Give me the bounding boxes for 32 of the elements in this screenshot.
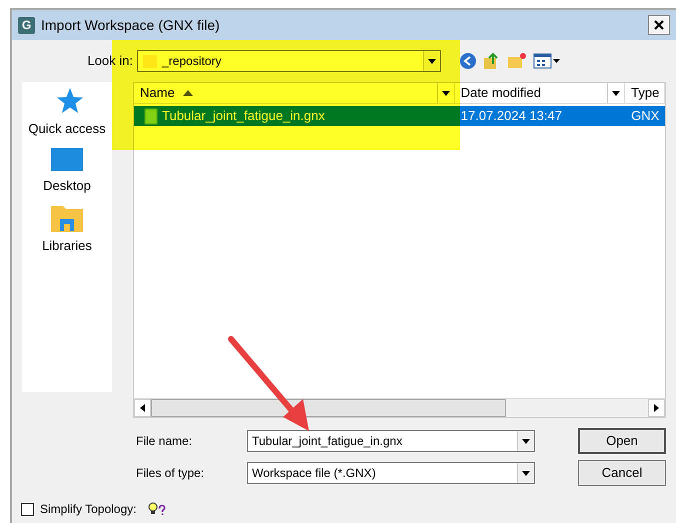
close-icon [653,19,665,31]
dropdown-arrow-icon [522,470,530,476]
file-type: GNX [630,107,660,126]
simplify-topology-checkbox[interactable] [21,502,34,516]
place-item[interactable]: Quick access [28,119,106,138]
new-folder-icon[interactable] [507,52,527,70]
file-name-label: File name: [135,433,194,450]
window-title: Import Workspace (GNX file) [41,16,221,35]
scroll-left-icon[interactable] [134,399,151,417]
cancel-button[interactable]: Cancel [578,460,666,486]
view-menu-icon[interactable] [533,53,561,69]
folder-icon [50,203,84,233]
column-header[interactable]: Type [625,83,665,103]
file-name-combobox[interactable]: Tubular_joint_fatigue_in.gnx [247,430,535,452]
app-icon: G [18,16,35,34]
dropdown-arrow-icon [522,438,530,444]
desktop-icon [50,146,84,172]
open-button[interactable]: Open [578,428,666,454]
scrollbar-thumb[interactable] [151,399,506,417]
horizontal-scrollbar[interactable] [134,398,665,417]
close-button[interactable] [648,15,670,35]
place-item[interactable]: Libraries [42,236,92,256]
date-modified: 17.07.2024 13:47 [460,107,563,126]
dropdown-arrow-icon [612,90,620,96]
place-item[interactable]: Desktop [43,176,91,195]
files-of-type-label: Files of type: [135,465,206,482]
simplify-topology-label: Simplify Topology: [40,501,136,518]
file-name: Tubular_joint_fatigue_in.gnx [162,107,325,126]
back-icon[interactable] [459,52,477,70]
scroll-right-icon[interactable] [648,399,665,417]
files-of-type-combobox[interactable]: Workspace file (*.GNX) [247,462,535,484]
hint-bulb-icon[interactable] [146,502,166,516]
